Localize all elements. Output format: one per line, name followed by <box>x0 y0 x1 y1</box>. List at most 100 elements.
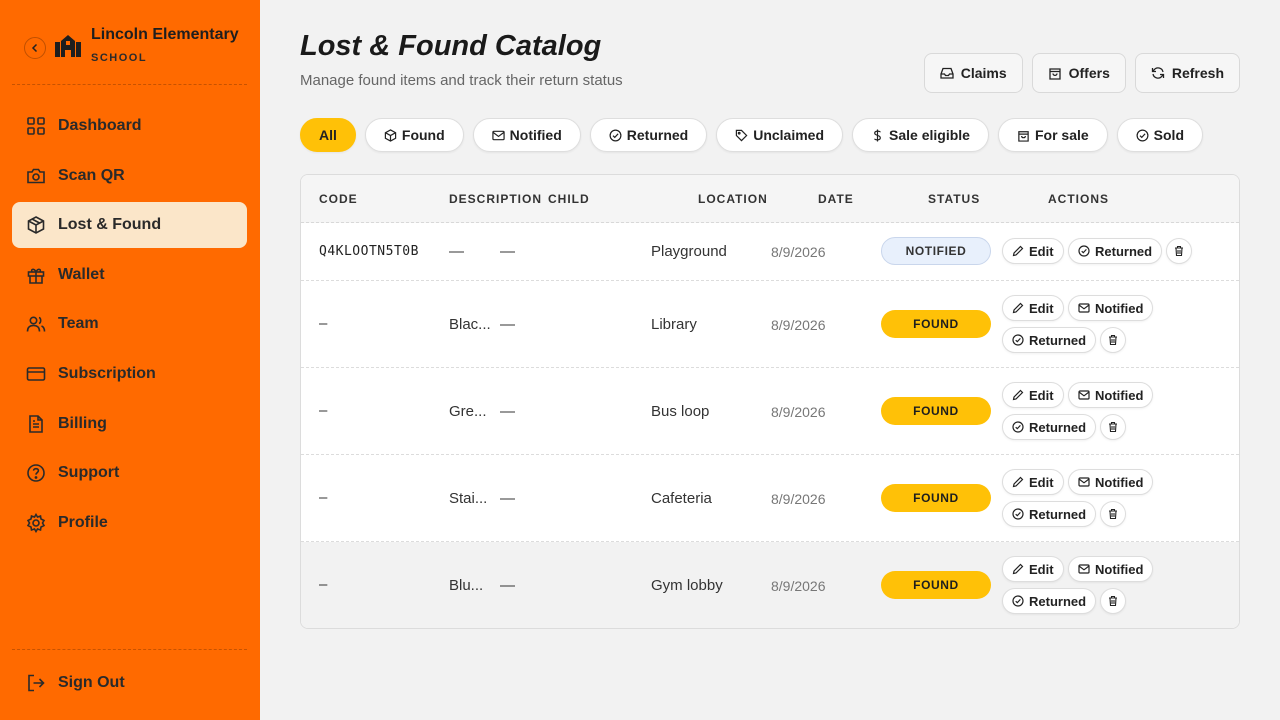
delete-button[interactable] <box>1100 588 1126 614</box>
sidebar-item-billing[interactable]: Billing <box>12 401 247 447</box>
trash-icon <box>1109 595 1117 607</box>
sidebar-item-profile[interactable]: Profile <box>12 500 247 546</box>
item-code: – <box>319 489 328 506</box>
column-header-code[interactable]: CODE <box>319 192 358 206</box>
sidebar-item-label: Team <box>58 315 99 333</box>
sidebar-item-label: Lost & Found <box>58 216 162 234</box>
mark-returned-button[interactable]: Returned <box>1002 414 1097 440</box>
check-circle-icon <box>1012 508 1024 520</box>
sidebar-item-team[interactable]: Team <box>12 301 247 347</box>
delete-button[interactable] <box>1100 414 1126 440</box>
column-header-actions: ACTIONS <box>1048 192 1109 206</box>
filter-label: Found <box>401 127 445 143</box>
filter-label: Returned <box>626 127 689 143</box>
delete-button[interactable] <box>1100 327 1126 353</box>
check-circle-icon <box>1078 245 1090 257</box>
trash-icon <box>1109 334 1117 346</box>
item-child: — <box>500 316 515 333</box>
claims-label: Claims <box>960 65 1007 81</box>
gear-icon <box>26 512 46 533</box>
item-description: — <box>449 243 464 260</box>
delete-button[interactable] <box>1100 501 1126 527</box>
offers-button[interactable]: Offers <box>1031 53 1126 93</box>
sidebar-item-dashboard[interactable]: Dashboard <box>12 103 247 149</box>
logout-icon <box>28 674 45 692</box>
school-icon <box>55 35 81 57</box>
filter-label: Sale eligible <box>889 127 970 143</box>
status-badge: FOUND <box>881 310 991 338</box>
sidebar-item-wallet[interactable]: Wallet <box>12 252 247 298</box>
check-circle-icon <box>1012 595 1024 607</box>
filter-label: Notified <box>509 127 562 143</box>
filter-all[interactable]: All <box>300 118 356 152</box>
sidebar-item-scan-qr[interactable]: Scan QR <box>12 153 247 199</box>
item-date: 8/9/2026 <box>771 491 826 507</box>
trash-icon <box>1109 421 1117 433</box>
sidebar-item-label: Subscription <box>58 364 156 382</box>
filter-notified[interactable]: Notified <box>472 118 581 152</box>
sign-out-button[interactable]: Sign Out <box>12 660 247 706</box>
sidebar-item-support[interactable]: Support <box>12 450 247 496</box>
item-date: 8/9/2026 <box>771 404 826 420</box>
table-row[interactable]: – Blu... — Gym lobby 8/9/2026 FOUND Edit… <box>301 542 1239 628</box>
table-row[interactable]: – Stai... — Cafeteria 8/9/2026 FOUND Edi… <box>301 455 1239 542</box>
sidebar-divider <box>12 84 247 85</box>
column-header-child[interactable]: CHILD <box>548 192 590 206</box>
check-circle-icon <box>609 129 622 141</box>
mark-notified-button[interactable]: Notified <box>1068 469 1154 495</box>
claims-button[interactable]: Claims <box>923 53 1023 93</box>
edit-button[interactable]: Edit <box>1002 382 1064 408</box>
pencil-icon <box>1012 476 1024 488</box>
filter-label: For sale <box>1034 127 1089 143</box>
edit-button[interactable]: Edit <box>1002 295 1064 321</box>
notified-label: Notified <box>1095 474 1144 490</box>
column-header-location[interactable]: LOCATION <box>698 192 768 206</box>
help-icon <box>27 464 45 482</box>
column-header-date[interactable]: DATE <box>818 192 854 206</box>
item-child: — <box>500 490 515 507</box>
filter-label: Unclaimed <box>753 127 825 143</box>
sidebar-item-lost-found[interactable]: Lost & Found <box>12 202 247 249</box>
mark-returned-button[interactable]: Returned <box>1002 588 1097 614</box>
edit-button[interactable]: Edit <box>1002 469 1064 495</box>
sidebar-item-label: Wallet <box>58 265 105 283</box>
school-subtitle: SCHOOL <box>91 52 148 64</box>
item-date: 8/9/2026 <box>771 244 826 260</box>
item-description: Gre... <box>449 403 487 420</box>
item-description: Blac... <box>449 316 491 333</box>
mark-notified-button[interactable]: Notified <box>1068 295 1154 321</box>
column-header-description[interactable]: DESCRIPTION <box>449 192 542 206</box>
filter-for-sale[interactable]: For sale <box>997 118 1108 152</box>
mark-returned-button[interactable]: Returned <box>1002 327 1097 353</box>
table-row[interactable]: – Gre... — Bus loop 8/9/2026 FOUND Edit … <box>301 368 1239 455</box>
offers-label: Offers <box>1068 65 1110 81</box>
box-icon <box>27 216 45 235</box>
filter-returned[interactable]: Returned <box>589 118 708 152</box>
refresh-button[interactable]: Refresh <box>1134 53 1240 93</box>
edit-label: Edit <box>1029 243 1054 259</box>
collapse-sidebar-button[interactable] <box>24 37 46 59</box>
mark-returned-button[interactable]: Returned <box>1002 501 1097 527</box>
filter-sold[interactable]: Sold <box>1116 118 1204 152</box>
mark-notified-button[interactable]: Notified <box>1068 382 1154 408</box>
filter-unclaimed[interactable]: Unclaimed <box>716 118 844 152</box>
sidebar-divider <box>12 649 247 650</box>
table-row[interactable]: – Blac... — Library 8/9/2026 FOUND Edit … <box>301 281 1239 368</box>
filter-label: All <box>319 127 337 143</box>
sign-out-label: Sign Out <box>58 674 125 691</box>
notified-label: Notified <box>1095 300 1144 316</box>
mark-returned-button[interactable]: Returned <box>1068 238 1163 264</box>
edit-button[interactable]: Edit <box>1002 556 1064 582</box>
filter-sale-eligible[interactable]: Sale eligible <box>852 118 989 152</box>
sidebar-item-subscription[interactable]: Subscription <box>12 351 247 397</box>
table-row[interactable]: Q4KLOOTN5T0B — — Playground 8/9/2026 NOT… <box>301 223 1239 281</box>
sidebar-item-label: Scan QR <box>58 166 125 184</box>
edit-button[interactable]: Edit <box>1002 238 1064 264</box>
status-badge: NOTIFIED <box>881 237 991 265</box>
delete-button[interactable] <box>1166 238 1192 264</box>
filter-found[interactable]: Found <box>364 118 464 152</box>
dollar-icon <box>874 128 881 142</box>
mark-notified-button[interactable]: Notified <box>1068 556 1154 582</box>
returned-label: Returned <box>1095 243 1153 259</box>
items-table: CODE DESCRIPTION CHILD LOCATION DATE STA… <box>300 174 1240 629</box>
